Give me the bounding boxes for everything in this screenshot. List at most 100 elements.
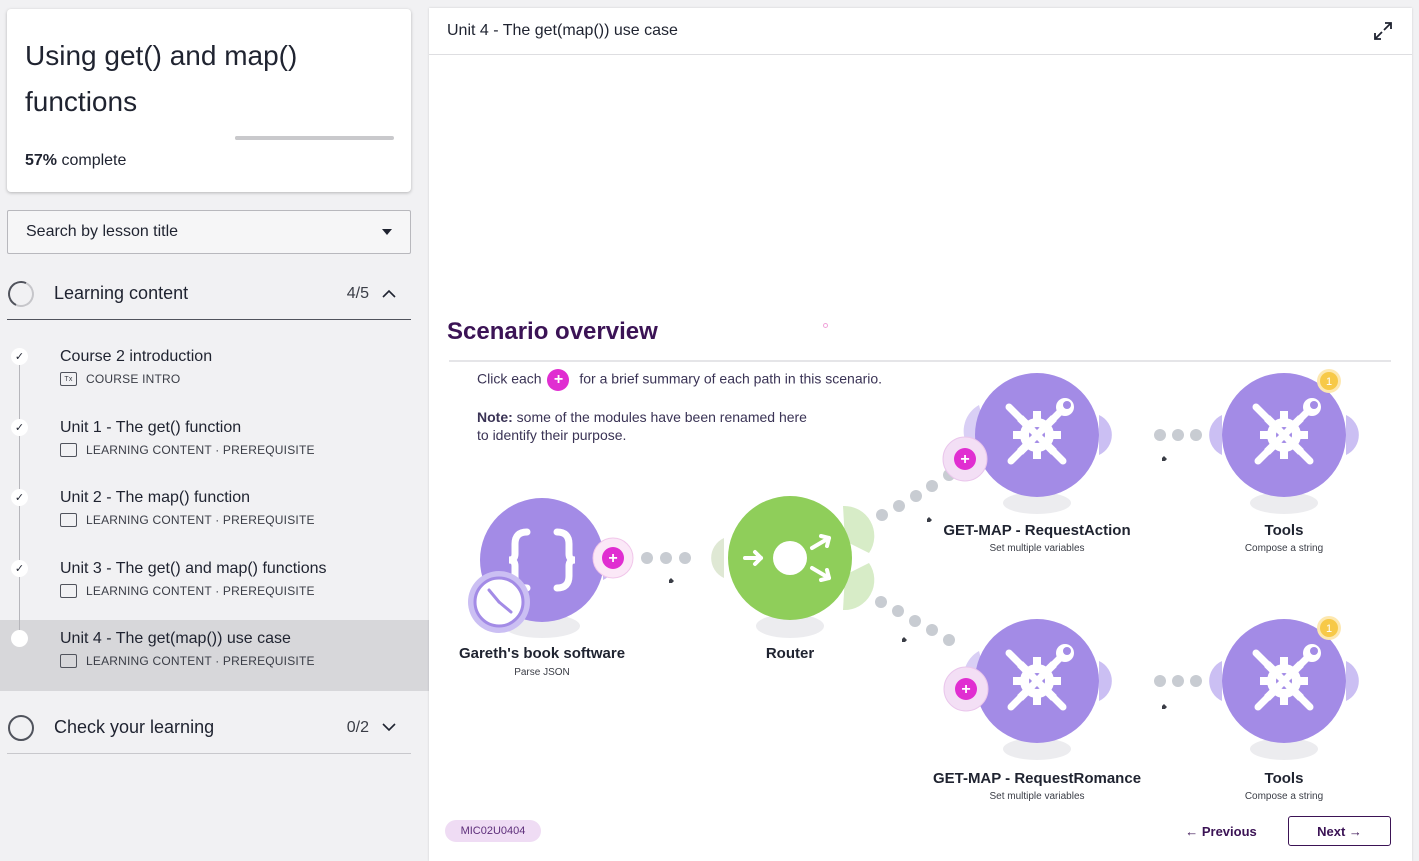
module-router[interactable]: Router <box>728 496 875 662</box>
wrench-icon[interactable] <box>894 637 907 650</box>
progress-suffix: complete <box>57 152 127 169</box>
incomplete-dot-icon <box>11 630 28 647</box>
course-summary-card: Using get() and map() functions 57% comp… <box>7 9 411 192</box>
svg-text:+: + <box>608 550 617 567</box>
module-label: Router <box>766 645 814 662</box>
badge-count: 1 <box>1326 376 1332 388</box>
progress-value: 57% <box>25 152 58 169</box>
check-icon: ✓ <box>11 418 28 436</box>
module-parse-json[interactable]: + Gareth's book software Parse JSON <box>459 498 634 678</box>
previous-button[interactable]: ← Previous <box>1181 820 1261 842</box>
course-progress-text: 57% complete <box>25 152 126 170</box>
module-label: GET-MAP - RequestRomance <box>933 770 1141 787</box>
section-count: 4/5 <box>346 284 369 302</box>
plus-button[interactable]: + <box>942 436 988 482</box>
section-title: Learning content <box>54 283 189 303</box>
lesson-item-active[interactable]: Unit 4 - The get(map()) use case LEARNIN… <box>0 620 429 691</box>
slides-icon <box>60 513 77 527</box>
output-tab <box>1099 415 1112 455</box>
section-learning-content[interactable]: Learning content 4/5 <box>4 268 411 320</box>
module-sublabel: Set multiple variables <box>989 791 1084 802</box>
section-title: Check your learning <box>54 717 215 737</box>
badge-count: 1 <box>1326 623 1332 635</box>
module-set-variables[interactable]: + GET-MAP - RequestAction Set multiple var… <box>942 373 1131 554</box>
lesson-title: Unit 3 - The get() and map() functions <box>60 559 327 577</box>
wrench-icon[interactable] <box>1154 704 1167 717</box>
plus-symbol: + <box>961 681 970 698</box>
progress-ring-icon <box>4 276 38 311</box>
count-badge: 1 <box>1317 369 1341 393</box>
plus-button[interactable]: + <box>943 666 989 712</box>
connector-dots-upper <box>876 469 955 521</box>
lesson-meta-text: LEARNING CONTENT · PREREQUISITE <box>86 442 315 457</box>
wrench-icon[interactable] <box>919 517 932 530</box>
module-tools[interactable]: 1 Tools Compose a string <box>1209 369 1359 554</box>
slide-code-badge: MIC02U0404 <box>445 820 541 842</box>
lesson-search-select[interactable]: Search by lesson title <box>7 210 411 254</box>
clock-icon <box>468 571 530 633</box>
lesson-meta-text: LEARNING CONTENT · PREREQUISITE <box>86 654 315 668</box>
count-badge: 1 <box>1317 616 1341 640</box>
course-progress-bar <box>235 136 394 140</box>
lesson-meta-text: LEARNING CONTENT · PREREQUISITE <box>86 513 315 527</box>
module-label: Tools <box>1265 522 1304 539</box>
module-label: Gareth's book software <box>459 645 625 662</box>
search-placeholder: Search by lesson title <box>26 223 179 240</box>
lesson-meta: LEARNING CONTENT · PREREQUISITE <box>60 583 429 598</box>
lesson-meta: Tx COURSE INTRO <box>60 372 429 386</box>
input-tab <box>1209 415 1222 455</box>
slides-icon <box>60 583 77 598</box>
chevron-up-icon[interactable] <box>369 284 409 304</box>
module-sublabel: Set multiple variables <box>989 543 1084 554</box>
input-tab <box>1209 661 1222 701</box>
lesson-meta: LEARNING CONTENT · PREREQUISITE <box>60 442 429 457</box>
lesson-meta-text: COURSE INTRO <box>86 372 181 386</box>
check-icon: ✓ <box>11 559 28 577</box>
progress-ring-icon <box>8 714 34 741</box>
module-label: GET-MAP - RequestAction <box>943 522 1130 539</box>
check-icon: ✓ <box>11 489 28 506</box>
wrench-icon[interactable] <box>1154 456 1167 469</box>
plus-symbol: + <box>960 451 969 468</box>
scenario-diagram: + Gareth's book software Parse JSON Rout… <box>459 369 1359 802</box>
wrench-icon[interactable] <box>661 578 674 591</box>
output-tab <box>1346 661 1359 701</box>
check-icon: ✓ <box>11 348 28 365</box>
lesson-title: Unit 4 - The get(map()) use case <box>60 630 291 647</box>
module-sublabel: Parse JSON <box>514 667 570 678</box>
section-check-your-learning[interactable]: Check your learning 0/2 <box>7 702 411 754</box>
lesson-item[interactable]: ✓ Unit 1 - The get() function LEARNING C… <box>0 408 429 479</box>
lesson-meta: LEARNING CONTENT · PREREQUISITE <box>60 654 429 668</box>
next-button[interactable]: Next → <box>1288 816 1391 846</box>
output-tab <box>1346 415 1359 455</box>
lesson-title: Unit 2 - The map() function <box>60 489 251 506</box>
plus-button[interactable]: + <box>592 537 634 579</box>
module-sublabel: Compose a string <box>1245 791 1323 802</box>
lesson-meta: LEARNING CONTENT · PREREQUISITE <box>60 513 429 527</box>
connector-dots <box>1154 429 1202 441</box>
lesson-list: ✓ Course 2 introduction Tx COURSE INTRO ✓… <box>0 338 429 691</box>
lesson-content-panel: Unit 4 - The get(map()) use case Scenari… <box>429 8 1412 861</box>
module-set-variables[interactable]: + GET-MAP - RequestRomance Set multiple va… <box>933 619 1141 802</box>
module-tools[interactable]: 1 Tools Compose a string <box>1209 616 1359 802</box>
connector-dots <box>1154 675 1202 687</box>
module-label: Tools <box>1265 770 1304 787</box>
connector-dots <box>641 552 691 564</box>
document-icon: Tx <box>60 372 77 386</box>
lesson-title: Course 2 introduction <box>60 348 213 365</box>
slides-icon <box>60 442 77 457</box>
course-title: Using get() and map() functions <box>25 40 298 117</box>
app-root: Using get() and map() functions 57% comp… <box>0 0 1419 861</box>
module-sublabel: Compose a string <box>1245 543 1323 554</box>
lesson-item[interactable]: ✓ Unit 3 - The get() and map() functions… <box>0 549 429 620</box>
slides-icon <box>60 654 77 668</box>
lesson-meta-text: LEARNING CONTENT · PREREQUISITE <box>86 583 315 598</box>
section-count: 0/2 <box>346 718 369 736</box>
lesson-title: Unit 1 - The get() function <box>60 418 242 436</box>
router-input-tab <box>711 538 724 578</box>
lesson-item[interactable]: ✓ Course 2 introduction Tx COURSE INTRO <box>0 338 429 431</box>
connector-dots-lower <box>875 596 955 646</box>
timeline-line <box>19 620 20 630</box>
chevron-down-icon[interactable] <box>369 718 409 738</box>
lesson-item[interactable]: ✓ Unit 2 - The map() function LEARNING C… <box>0 479 429 550</box>
